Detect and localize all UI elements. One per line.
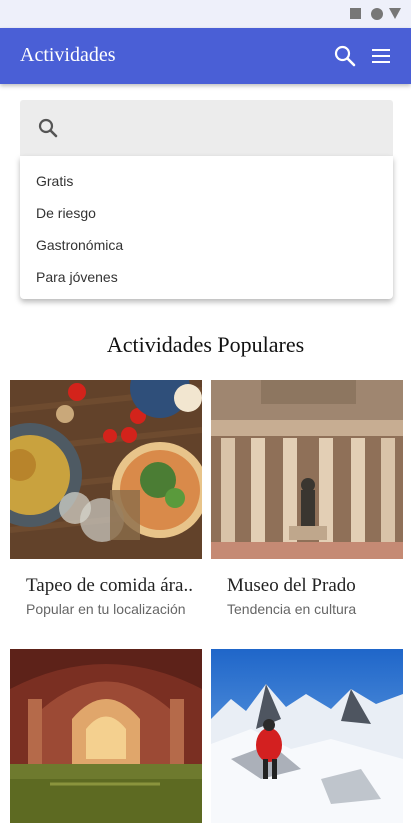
square-icon — [350, 8, 361, 19]
dropdown-item-de-riesgo[interactable]: De riesgo — [36, 205, 96, 221]
search-field-icon — [36, 116, 60, 145]
triangle-icon — [389, 8, 401, 19]
search-input[interactable] — [20, 100, 393, 156]
dropdown-item-para-jovenes[interactable]: Para jóvenes — [36, 269, 118, 285]
food-image[interactable] — [10, 380, 202, 559]
mountain-image[interactable] — [211, 649, 403, 823]
search-icon[interactable] — [331, 42, 359, 70]
card-subtitle: Popular en tu localización — [26, 601, 186, 617]
card-subtitle: Tendencia en cultura — [227, 601, 357, 617]
filter-dropdown: Gratis De riesgo Gastronómica Para jóven… — [20, 156, 393, 299]
dropdown-item-gratis[interactable]: Gratis — [36, 173, 73, 189]
menu-icon[interactable] — [367, 42, 395, 70]
app-bar: Actividades — [0, 28, 411, 84]
arab-baths-image[interactable] — [10, 649, 202, 823]
dropdown-item-gastronomica[interactable]: Gastronómica — [36, 237, 123, 253]
circle-icon — [371, 8, 383, 20]
section-title: Actividades Populares — [106, 332, 305, 357]
app-title: Actividades — [20, 44, 116, 66]
museum-image[interactable] — [211, 380, 403, 559]
status-bar — [0, 0, 411, 28]
card-title[interactable]: Museo del Prado — [227, 575, 356, 597]
card-title[interactable]: Tapeo de comida ára.. — [26, 575, 193, 597]
